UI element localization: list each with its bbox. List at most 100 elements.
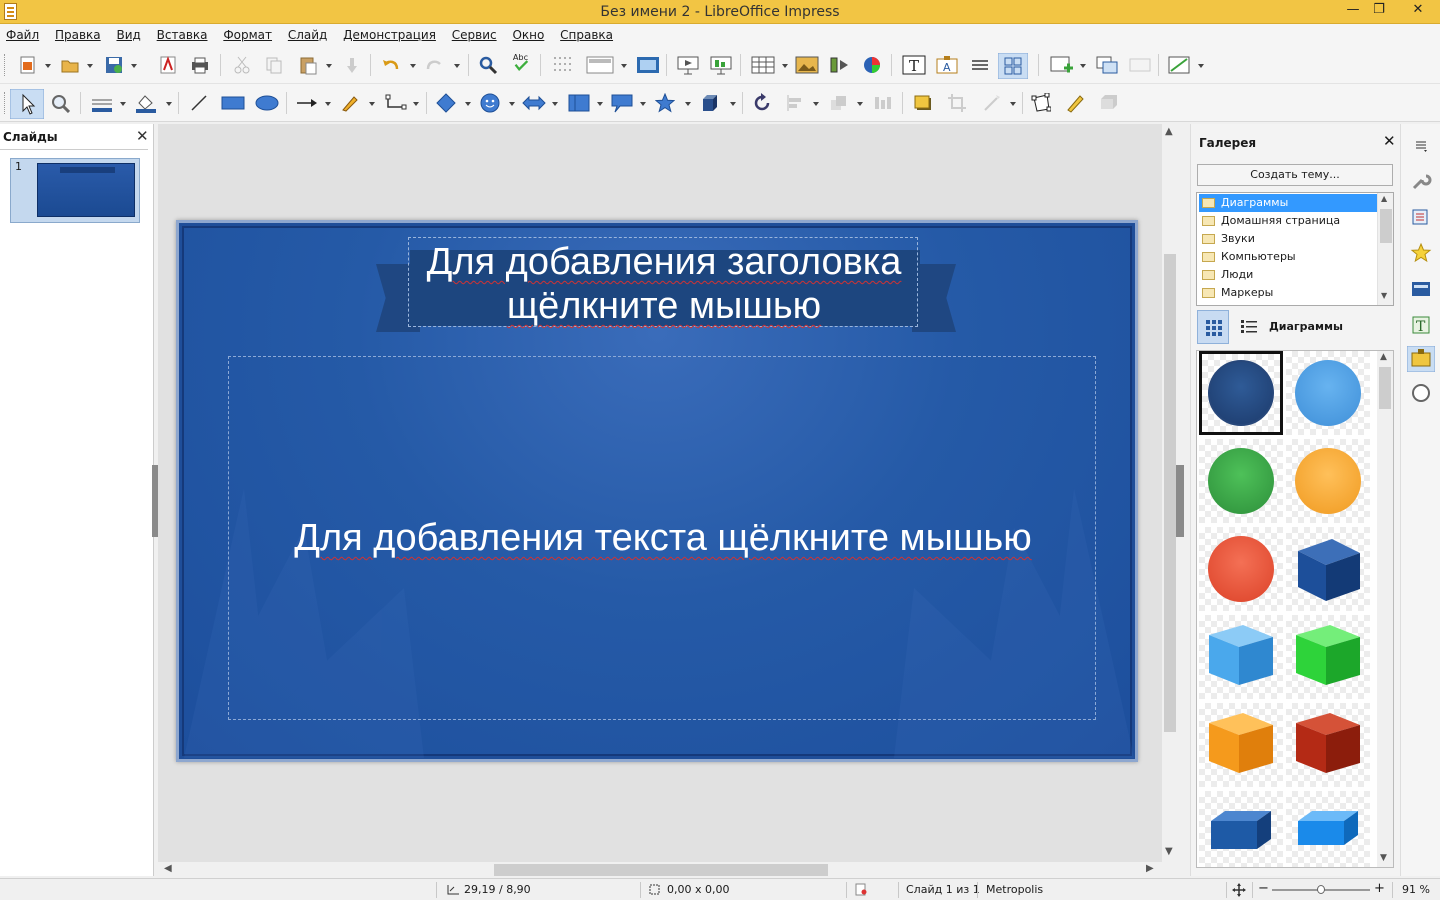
insert-media-icon[interactable] — [829, 55, 851, 75]
layout-dropdown-icon[interactable] — [1198, 64, 1204, 68]
callouts-dropdown-icon[interactable] — [640, 102, 646, 106]
shadow-icon[interactable] — [913, 93, 933, 113]
theme-item[interactable]: Маркеры — [1199, 284, 1377, 302]
fit-slide-icon[interactable] — [1232, 883, 1246, 897]
points-edit-icon[interactable] — [1031, 93, 1051, 113]
copy-icon[interactable] — [264, 55, 284, 75]
3d-objects-icon[interactable] — [700, 93, 720, 113]
open-dropdown-icon[interactable] — [87, 64, 93, 68]
arrange-icon[interactable] — [829, 93, 849, 113]
menu-view[interactable]: Вид — [110, 24, 146, 46]
flowchart-dropdown-icon[interactable] — [597, 102, 603, 106]
fill-color-dropdown-icon[interactable] — [166, 102, 172, 106]
callouts-icon[interactable] — [610, 93, 634, 113]
connector-icon[interactable] — [384, 93, 408, 113]
align-dropdown-icon[interactable] — [813, 102, 819, 106]
properties-wrench-icon[interactable] — [1410, 170, 1432, 192]
paste-icon[interactable] — [298, 55, 318, 75]
start-from-first-slide-icon[interactable] — [676, 55, 700, 75]
new-slide-dropdown-icon[interactable] — [1080, 64, 1086, 68]
export-pdf-icon[interactable] — [158, 55, 178, 75]
gallery-item-orange-ball[interactable] — [1286, 439, 1370, 523]
undo-icon[interactable] — [381, 55, 401, 75]
menu-tools[interactable]: Сервис — [446, 24, 503, 46]
theme-item[interactable]: Домашняя страница — [1199, 212, 1377, 230]
menu-edit[interactable]: Правка — [49, 24, 107, 46]
save-icon[interactable] — [104, 55, 124, 75]
stars-icon[interactable] — [655, 93, 675, 113]
ellipse-tool-icon[interactable] — [255, 93, 279, 113]
gallery-scrollbar[interactable]: ▲ ▼ — [1377, 351, 1393, 867]
gallery-item-dark-red-cube[interactable] — [1286, 703, 1370, 787]
undo-dropdown-icon[interactable] — [410, 64, 416, 68]
insert-chart-icon[interactable] — [862, 55, 882, 75]
delete-slide-icon[interactable] — [1128, 55, 1152, 75]
slide-thumbnail-1[interactable] — [10, 158, 140, 223]
crop-icon[interactable] — [947, 93, 967, 113]
filter-dropdown-icon[interactable] — [1010, 102, 1016, 106]
cut-icon[interactable] — [232, 55, 252, 75]
line-color-icon[interactable] — [90, 93, 114, 113]
3d-objects-dropdown-icon[interactable] — [730, 102, 736, 106]
symbol-shapes-icon[interactable] — [480, 93, 500, 113]
toggle-extrusion-2-icon[interactable] — [1099, 93, 1119, 113]
horizontal-scroll-thumb[interactable] — [494, 864, 828, 876]
align-icon[interactable] — [785, 93, 805, 113]
line-color-dropdown-icon[interactable] — [120, 102, 126, 106]
new-document-icon[interactable] — [18, 55, 38, 75]
block-arrows-icon[interactable] — [522, 93, 546, 113]
show-draw-functions-icon[interactable] — [998, 53, 1028, 79]
icon-view-button[interactable] — [1197, 310, 1229, 344]
display-views-icon[interactable] — [586, 55, 614, 75]
slide-layout-icon[interactable] — [1168, 55, 1192, 75]
basic-shapes-icon[interactable] — [436, 93, 456, 113]
gallery-item-green-cube[interactable] — [1286, 615, 1370, 699]
gallery-item-dark-blue-ball[interactable] — [1198, 351, 1284, 436]
clone-formatting-icon[interactable] — [342, 55, 362, 75]
insert-image-icon[interactable] — [795, 55, 819, 75]
title-placeholder[interactable]: Для добавления заголовка щёлкните мышью — [408, 237, 918, 327]
insert-fontwork-icon[interactable]: A — [935, 55, 959, 75]
gallery-item-light-blue-cube[interactable] — [1199, 615, 1283, 699]
navigator-compass-icon[interactable] — [1410, 382, 1432, 404]
gallery-item-dark-blue-cube[interactable] — [1286, 527, 1370, 611]
menu-slideshow[interactable]: Демонстрация — [337, 24, 442, 46]
zoom-level[interactable]: 91 % — [1402, 883, 1430, 896]
theme-list[interactable]: Диаграммы Домашняя страница Звуки Компью… — [1196, 192, 1394, 306]
gallery-item-red-ball[interactable] — [1199, 527, 1283, 611]
new-dropdown-icon[interactable] — [45, 64, 51, 68]
vertical-scrollbar[interactable]: ▲ ▼ — [1162, 124, 1176, 862]
redo-dropdown-icon[interactable] — [454, 64, 460, 68]
arrow-dropdown-icon[interactable] — [325, 102, 331, 106]
custom-animation-star-icon[interactable] — [1410, 242, 1432, 264]
styles-icon[interactable]: T — [1410, 314, 1432, 336]
paste-dropdown-icon[interactable] — [326, 64, 332, 68]
line-tool-icon[interactable] — [189, 93, 209, 113]
fill-color-icon[interactable] — [134, 93, 158, 113]
table-dropdown-icon[interactable] — [782, 64, 788, 68]
gallery-scroll-thumb[interactable] — [1379, 367, 1391, 409]
rectangle-tool-icon[interactable] — [221, 93, 245, 113]
start-from-current-slide-icon[interactable] — [709, 55, 733, 75]
zoom-out-icon[interactable]: − — [1258, 881, 1269, 896]
list-view-button[interactable] — [1233, 310, 1265, 344]
gallery-tab-icon[interactable] — [1407, 346, 1435, 372]
stars-dropdown-icon[interactable] — [685, 102, 691, 106]
toolbar-grip[interactable] — [4, 54, 7, 76]
menu-slide[interactable]: Слайд — [282, 24, 334, 46]
flowchart-icon[interactable] — [567, 93, 591, 113]
theme-item[interactable]: Диаграммы — [1199, 194, 1377, 212]
theme-list-scroll-thumb[interactable] — [1380, 209, 1392, 243]
gallery-item-bright-blue-flat-box[interactable] — [1286, 791, 1370, 867]
distribute-icon[interactable] — [873, 93, 893, 113]
insert-textbox-icon[interactable]: T — [902, 55, 926, 75]
new-slide-icon[interactable] — [1050, 55, 1074, 75]
restore-button[interactable]: ❐ — [1364, 0, 1394, 22]
menu-insert[interactable]: Вставка — [151, 24, 214, 46]
open-folder-icon[interactable] — [60, 55, 80, 75]
content-placeholder[interactable]: Для добавления текста щёлкните мышью — [228, 356, 1096, 720]
master-slides-icon[interactable] — [1410, 206, 1432, 228]
gallery-item-orange-cube[interactable] — [1199, 703, 1283, 787]
master-slide-icon[interactable] — [636, 55, 660, 75]
close-window-button[interactable]: ✕ — [1398, 0, 1438, 22]
